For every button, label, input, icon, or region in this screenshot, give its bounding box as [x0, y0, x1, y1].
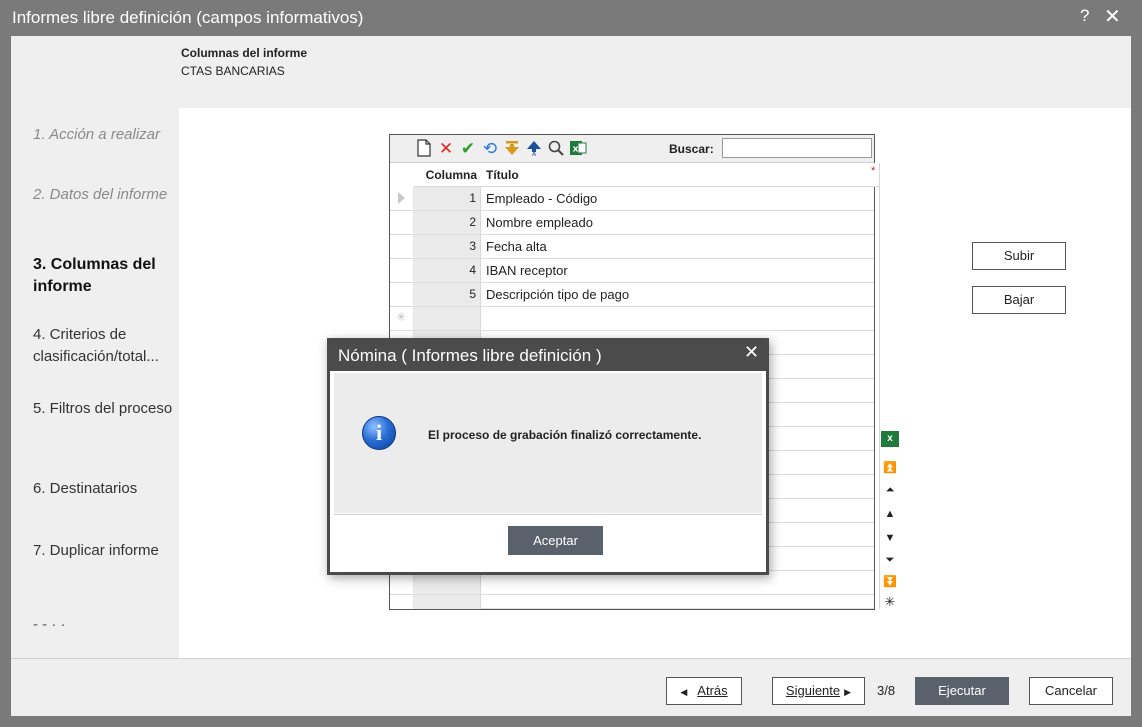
row-selector[interactable] [390, 283, 414, 306]
dialog-body: i El proceso de grabación finalizó corre… [334, 373, 762, 513]
chevron-left-icon: ◀ [680, 687, 688, 697]
new-row-icon: ✳ [396, 310, 407, 324]
page-down-icon[interactable]: ⏷ [879, 549, 901, 571]
move-down-button[interactable]: Bajar [972, 286, 1066, 314]
row-number-empty [414, 595, 481, 609]
window-titlebar: Informes libre definición (campos inform… [0, 0, 1142, 36]
close-window-icon[interactable]: ✕ [1104, 4, 1121, 29]
row-number[interactable]: 1 [414, 187, 481, 210]
info-icon: i [362, 416, 396, 450]
move-up-button[interactable]: Subir [972, 242, 1066, 270]
row-number[interactable]: 3 [414, 235, 481, 258]
delete-icon[interactable]: ✕ [436, 139, 456, 159]
step-counter: 3/8 [877, 683, 896, 698]
undo-icon[interactable]: ⟲ [480, 139, 500, 159]
page-up-icon[interactable]: ⏶ [879, 479, 901, 501]
row-number[interactable]: 5 [414, 283, 481, 306]
row-title-empty[interactable] [481, 307, 879, 330]
row-selector[interactable] [390, 187, 414, 210]
next-record-icon[interactable]: ▼ [879, 527, 901, 549]
back-button-label: Atrás [697, 683, 728, 698]
table-row[interactable]: 1 Empleado - Código [390, 187, 874, 211]
column-header-titulo[interactable]: Título [481, 163, 879, 187]
new-row[interactable]: ✳ [390, 307, 874, 331]
step-header: Columnas del informe CTAS BANCARIAS [11, 36, 1131, 108]
wizard-footer: ◀ Atrás Siguiente ▶ 3/8 Ejecutar Cancelar [11, 658, 1131, 716]
step-4[interactable]: 4. Criterios de clasificación/total... [33, 324, 173, 368]
row-selector[interactable] [390, 211, 414, 234]
move-up-icon[interactable]: A [524, 139, 544, 159]
step-8[interactable]: - - · · [33, 614, 173, 636]
excel-icon[interactable]: x [568, 139, 588, 159]
search-icon[interactable] [546, 139, 566, 159]
required-marker: * [871, 165, 876, 177]
new-document-icon[interactable] [414, 139, 434, 159]
row-selector [390, 595, 414, 609]
next-button[interactable]: Siguiente ▶ [772, 677, 865, 705]
row-selector[interactable] [390, 259, 414, 282]
row-title[interactable]: Nombre empleado [481, 211, 879, 234]
row-selector[interactable] [390, 235, 414, 258]
new-record-icon[interactable]: ✳ [879, 591, 901, 613]
next-button-label: Siguiente [785, 683, 841, 698]
dialog-message: El proceso de grabación finalizó correct… [428, 428, 702, 442]
help-icon[interactable]: ? [1080, 6, 1089, 26]
dialog-close-icon[interactable]: ✕ [744, 342, 759, 363]
window-title: Informes libre definición (campos inform… [12, 8, 364, 27]
report-wizard-window: Informes libre definición (campos inform… [0, 0, 1142, 727]
step-1[interactable]: 1. Acción a realizar [33, 124, 173, 146]
empty-row [390, 595, 874, 609]
step-7[interactable]: 7. Duplicar informe [33, 540, 173, 562]
grid-toolbar: ✕ ✔ ⟲ A x Buscar: [390, 135, 874, 163]
svg-text:A: A [532, 151, 537, 157]
step-header-title: Columnas del informe [181, 46, 308, 60]
step-2[interactable]: 2. Datos del informe [33, 184, 173, 206]
cancel-button[interactable]: Cancelar [1029, 677, 1113, 705]
first-record-icon[interactable]: ⏫ [879, 457, 901, 479]
confirmation-dialog: Nómina ( Informes libre definición ) ✕ i… [327, 338, 769, 575]
chevron-right-icon: ▶ [844, 687, 852, 697]
back-button[interactable]: ◀ Atrás [666, 677, 742, 705]
svg-text:x: x [573, 145, 579, 155]
last-record-icon[interactable]: ⏬ [879, 571, 901, 593]
column-header-columna[interactable]: Columna [414, 163, 481, 187]
dialog-title: Nómina ( Informes libre definición ) [330, 341, 766, 371]
previous-record-icon[interactable]: ▲ [879, 503, 901, 525]
row-title[interactable]: Fecha alta [481, 235, 879, 258]
move-down-icon[interactable] [502, 139, 522, 159]
row-title[interactable]: Empleado - Código [481, 187, 879, 210]
table-row[interactable]: 3 Fecha alta [390, 235, 874, 259]
row-number[interactable]: 2 [414, 211, 481, 234]
accept-button[interactable]: Aceptar [508, 526, 603, 555]
step-6[interactable]: 6. Destinatarios [33, 478, 173, 500]
row-number[interactable]: 4 [414, 259, 481, 282]
row-number-empty[interactable] [414, 307, 481, 330]
row-title[interactable]: IBAN receptor [481, 259, 879, 282]
current-row-arrow-icon [398, 192, 405, 204]
row-title[interactable]: Descripción tipo de pago [481, 283, 879, 306]
wizard-steps-sidebar: 1. Acción a realizar 2. Datos del inform… [11, 108, 179, 658]
step-header-subtitle: CTAS BANCARIAS [181, 64, 285, 78]
step-3[interactable]: 3. Columnas del informe [33, 254, 173, 298]
table-row[interactable]: 2 Nombre empleado [390, 211, 874, 235]
table-row[interactable]: 5 Descripción tipo de pago [390, 283, 874, 307]
search-input[interactable] [722, 138, 872, 158]
search-label: Buscar: [669, 142, 714, 156]
run-button[interactable]: Ejecutar [915, 677, 1009, 705]
export-excel-icon[interactable]: x [881, 431, 899, 447]
dialog-footer: Aceptar [334, 514, 762, 570]
row-selector[interactable]: ✳ [390, 307, 414, 330]
step-5[interactable]: 5. Filtros del proceso [33, 398, 173, 420]
table-row[interactable]: 4 IBAN receptor [390, 259, 874, 283]
confirm-icon[interactable]: ✔ [458, 139, 478, 159]
